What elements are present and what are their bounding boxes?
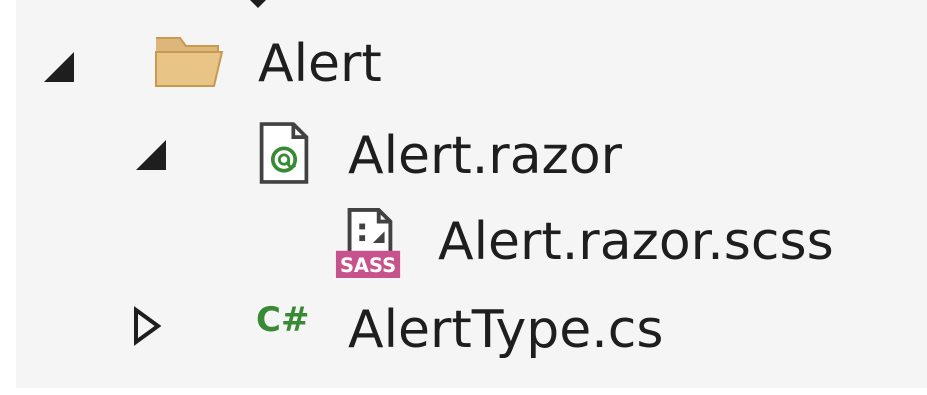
tree-item-label: Alert — [258, 34, 382, 94]
sass-file-icon: SASS — [335, 208, 401, 278]
expanded-arrow-icon[interactable] — [132, 136, 172, 176]
tree-item-label: AlertType.cs — [348, 300, 664, 360]
csharp-file-icon: C# — [256, 300, 310, 340]
tree-item-alert-razor[interactable]: Alert.razor — [16, 114, 927, 198]
folder-open-icon — [155, 37, 224, 87]
tree-item-label: Alert.razor — [348, 126, 623, 186]
sass-badge-text: SASS — [340, 254, 396, 277]
tree-item-alert-razor-scss[interactable]: SASS Alert.razor.scss — [16, 200, 927, 284]
collapsed-arrow-icon[interactable] — [126, 306, 166, 346]
expanded-arrow-icon[interactable] — [40, 48, 80, 88]
tree-item-alert-folder[interactable]: Alert — [16, 24, 927, 108]
tree-item-alerttype-cs[interactable]: C# AlertType.cs — [16, 286, 927, 370]
collapse-arrow-icon[interactable] — [248, 0, 268, 8]
solution-explorer-tree: Alert Alert.razor SASS Alert.razor.scss — [16, 0, 927, 388]
razor-file-icon — [259, 122, 309, 184]
tree-item-label: Alert.razor.scss — [438, 212, 834, 272]
